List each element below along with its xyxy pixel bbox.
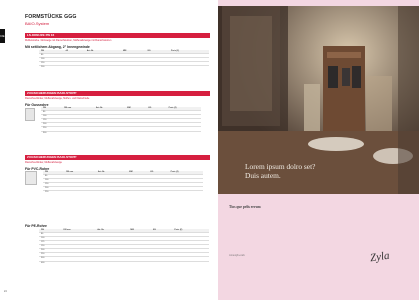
section-red-text: Flanschverbinder, Muffenabzweige xyxy=(25,161,62,165)
catalog-spread: DE FORMSTÜCKE GGG BAIO-System LS-KREUZE … xyxy=(0,0,419,300)
section-pvc-rohre: ZUGSICHERUNGEN BAIO-STOPP Flanschverbind… xyxy=(25,155,210,195)
section-heading: Mit seitlichem Abgang, 2" Innengewinde xyxy=(25,44,90,49)
section-red-text: Flanschverbinder, Muffenabzweige, Muffen… xyxy=(25,97,90,101)
section-gussrohre: ZUGSICHERUNGEN BAIO-STOPP Flanschverbind… xyxy=(25,91,210,135)
page-title: FORMSTÜCKE GGG xyxy=(25,14,77,20)
section-bar: ZUGSICHERUNGEN BAIO-STOPP xyxy=(25,91,210,96)
product-table: DN d2 Art.-Nr. MM KG Preis (€) 80 100 150 2… xyxy=(39,50,209,70)
brand-signature: Zyla xyxy=(369,249,391,265)
section-bar: ZUGSICHERUNGEN BAIO-STOPP xyxy=(25,155,210,160)
table-row: 250 xyxy=(43,190,203,195)
table-row: 400 xyxy=(39,260,209,265)
website-link[interactable]: www.zyla.com xyxy=(229,254,245,257)
left-page: DE FORMSTÜCKE GGG BAIO-System LS-KREUZE … xyxy=(0,0,218,300)
section-heading: Für PVC-Rohre xyxy=(25,166,50,171)
section-bar: LS-KREUZE PN 16 xyxy=(25,33,210,38)
product-table: DN DN mm Art.-Nr. MM KG Preis (€) 80 100 15… xyxy=(43,171,203,195)
section-pe-rohre: Für PE-Rohre DN DN mm Art.-Nr. MM KG Preis … xyxy=(25,221,210,265)
section-red-text: Muffenstücke / Abzweige mit Flanschstutz… xyxy=(25,39,112,43)
product-table: DN DN mm Art.-Nr. MM KG Preis (€) 80 100 15… xyxy=(41,107,201,135)
right-page: Lorem ipsum dolro set? Duis autem. Tios … xyxy=(218,0,419,300)
section-heading: Für PE-Rohre xyxy=(25,223,47,228)
interior-photo: Lorem ipsum dolro set? Duis autem. xyxy=(218,6,419,194)
product-image xyxy=(25,171,37,186)
table-row: 300 xyxy=(41,130,201,135)
table-row: 200 xyxy=(39,65,209,70)
section-heading: Für Gussrohre xyxy=(25,102,49,107)
text-heading: Tios que pelis errum xyxy=(229,205,261,209)
product-table: DN DN mm Art.-Nr. MM KG Preis (€) 80 100 12… xyxy=(39,229,209,265)
product-image xyxy=(25,108,35,122)
page-subtitle: BAIO-System xyxy=(25,20,50,26)
side-tab: DE xyxy=(0,29,5,43)
page-number: 24 xyxy=(4,290,7,293)
photo-caption: Lorem ipsum dolro set? Duis autem. xyxy=(245,162,316,180)
section-ls-kreuze: LS-KREUZE PN 16 Muffenstücke / Abzweige … xyxy=(25,33,210,70)
